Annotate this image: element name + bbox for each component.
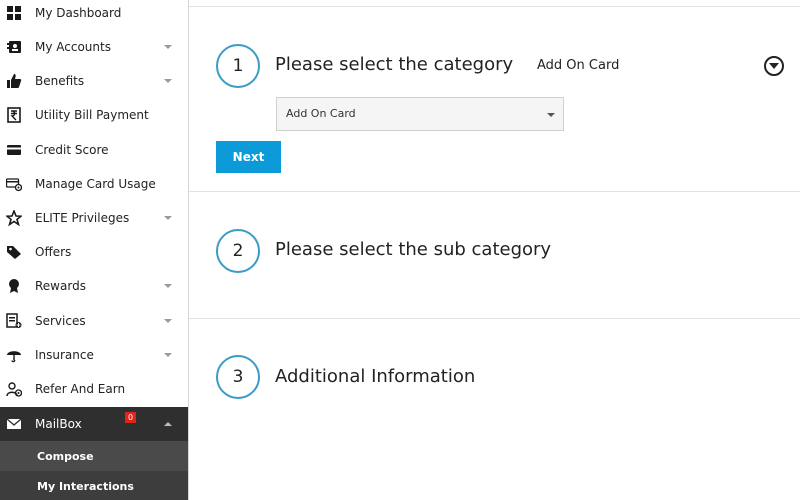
chevron-down-icon xyxy=(547,113,555,117)
sidebar-item-utility-bill-payment[interactable]: Utility Bill Payment xyxy=(0,98,188,132)
sidebar-item-my-dashboard[interactable]: My Dashboard xyxy=(0,0,188,30)
sidebar-item-label: My Accounts xyxy=(35,40,111,54)
envelope-icon xyxy=(6,416,22,432)
main-content: 1 Please select the category Add On Card… xyxy=(189,0,800,500)
chevron-down-icon[interactable] xyxy=(164,353,172,357)
tag-icon xyxy=(6,244,22,260)
sidebar-item-label: Rewards xyxy=(35,279,86,293)
chevron-down-icon[interactable] xyxy=(164,319,172,323)
sidebar-item-services[interactable]: Services xyxy=(0,304,188,338)
sidebar-item-manage-card-usage[interactable]: Manage Card Usage xyxy=(0,167,188,201)
sidebar-item-label: Refer And Earn xyxy=(35,382,126,396)
sidebar-subitem-my-interactions[interactable]: My Interactions xyxy=(0,471,188,500)
category-select[interactable]: Add On Card xyxy=(276,97,564,131)
star-icon xyxy=(6,210,22,226)
dashboard-grid-icon xyxy=(6,5,22,21)
chevron-down-icon[interactable] xyxy=(164,79,172,83)
sidebar-item-label: Credit Score xyxy=(35,143,109,157)
umbrella-icon xyxy=(6,347,22,363)
sidebar-item-label: Manage Card Usage xyxy=(35,177,156,191)
account-card-icon xyxy=(6,39,22,55)
divider xyxy=(189,6,800,7)
sidebar-item-mailbox[interactable]: MailBox 0 xyxy=(0,407,188,441)
divider xyxy=(189,191,800,192)
chevron-down-icon[interactable] xyxy=(164,45,172,49)
collapse-toggle-icon[interactable] xyxy=(764,56,784,76)
sidebar-item-label: Utility Bill Payment xyxy=(35,108,149,122)
chevron-down-icon[interactable] xyxy=(164,284,172,288)
sidebar-item-label: Offers xyxy=(35,245,72,259)
medal-icon xyxy=(6,278,22,294)
thumbs-up-icon xyxy=(6,73,22,89)
sidebar-subitem-label: Compose xyxy=(37,449,94,463)
sidebar-item-insurance[interactable]: Insurance xyxy=(0,338,188,372)
selected-category-value: Add On Card xyxy=(537,58,620,73)
sidebar-item-rewards[interactable]: Rewards xyxy=(0,269,188,303)
sidebar-item-label: MailBox xyxy=(35,417,82,431)
unread-count-badge: 0 xyxy=(125,412,136,423)
step-number-circle: 3 xyxy=(216,355,260,399)
sidebar: My Dashboard My Accounts Benefits Utilit… xyxy=(0,0,189,500)
step-title: Please select the category xyxy=(275,54,514,75)
next-button[interactable]: Next xyxy=(216,141,281,173)
sidebar-item-label: Benefits xyxy=(35,74,85,88)
step-number-circle: 2 xyxy=(216,229,260,273)
sidebar-item-elite-privileges[interactable]: ELITE Privileges xyxy=(0,201,188,235)
divider xyxy=(189,318,800,319)
sidebar-subitem-label: My Interactions xyxy=(37,479,134,493)
sidebar-item-label: My Dashboard xyxy=(35,6,122,20)
services-list-icon xyxy=(6,313,22,329)
step-number-circle: 1 xyxy=(216,44,260,88)
sidebar-item-label: Services xyxy=(35,314,86,328)
sidebar-item-label: Insurance xyxy=(35,348,94,362)
chevron-down-icon[interactable] xyxy=(164,216,172,220)
sidebar-subitem-compose[interactable]: Compose xyxy=(0,441,188,471)
sidebar-item-refer-and-earn[interactable]: Refer And Earn xyxy=(0,372,188,406)
credit-card-icon xyxy=(6,142,22,158)
step-title: Additional Information xyxy=(275,366,476,387)
card-settings-icon xyxy=(6,176,22,192)
refer-user-icon xyxy=(6,381,22,397)
sidebar-item-benefits[interactable]: Benefits xyxy=(0,64,188,98)
sidebar-item-my-accounts[interactable]: My Accounts xyxy=(0,30,188,64)
rupee-bill-icon xyxy=(6,107,22,123)
chevron-up-icon[interactable] xyxy=(164,422,172,426)
step-title: Please select the sub category xyxy=(275,239,552,260)
sidebar-item-credit-score[interactable]: Credit Score xyxy=(0,133,188,167)
category-select-value: Add On Card xyxy=(286,107,356,120)
sidebar-item-offers[interactable]: Offers xyxy=(0,235,188,269)
sidebar-item-label: ELITE Privileges xyxy=(35,211,130,225)
